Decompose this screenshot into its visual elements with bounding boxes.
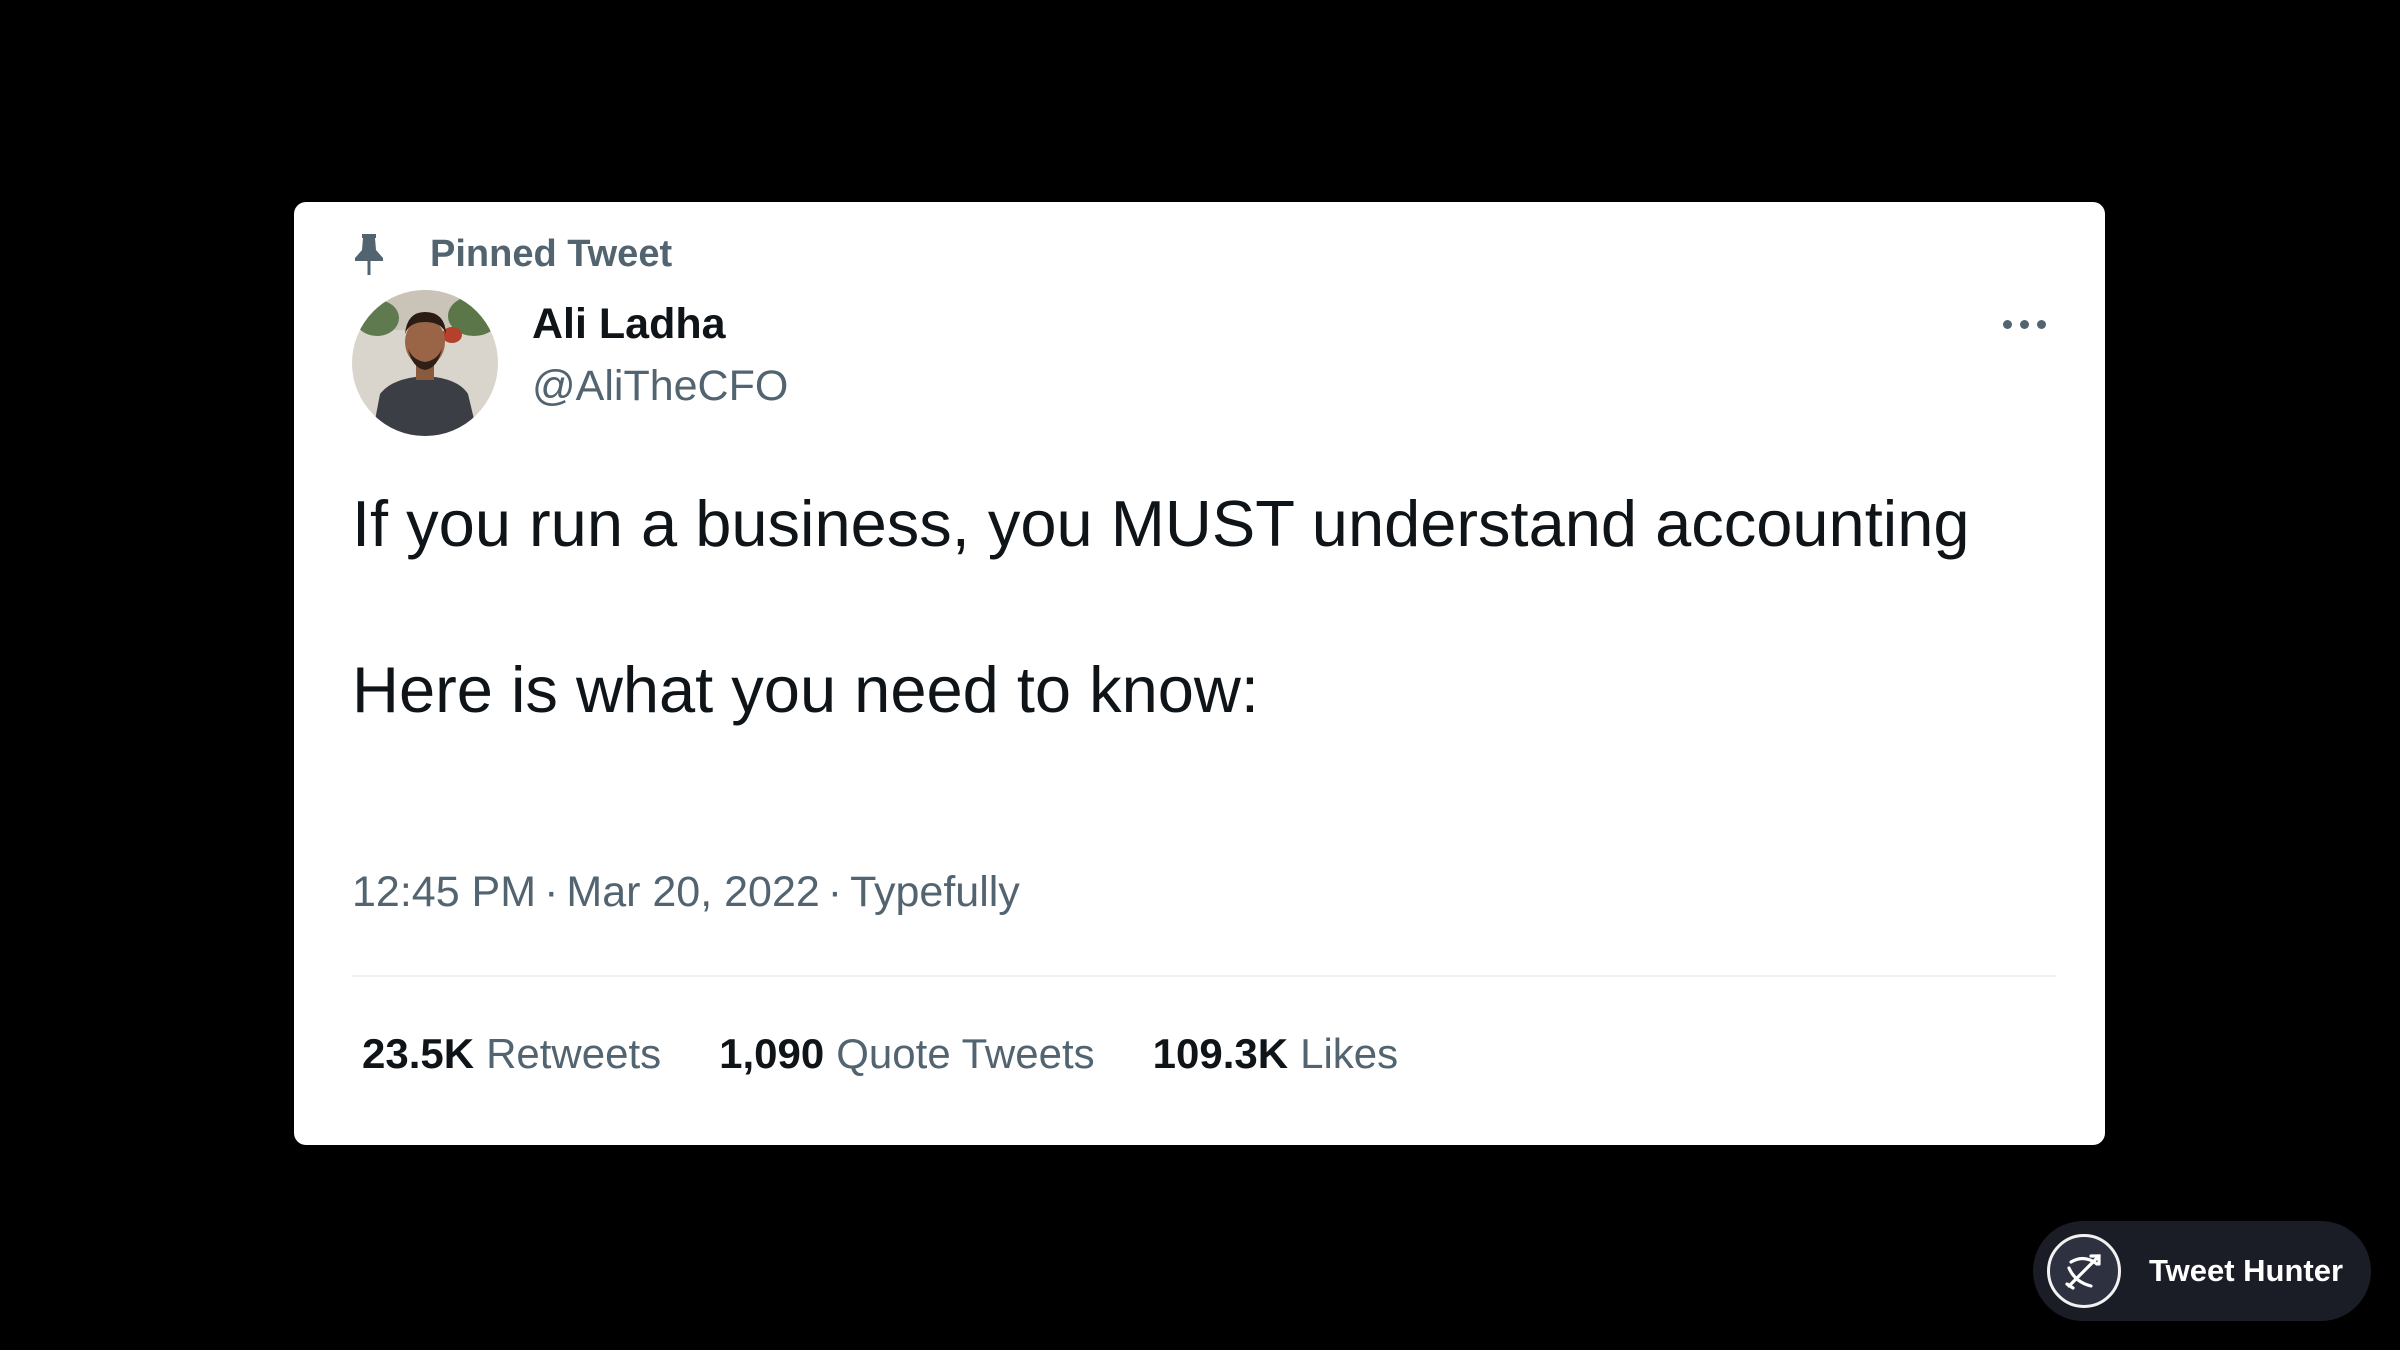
stat-value: 23.5K <box>362 1030 475 1077</box>
stat-label: Quote Tweets <box>836 1030 1095 1077</box>
author-handle[interactable]: @AliTheCFO <box>532 362 788 411</box>
tweet-text-paragraph: Here is what you need to know: <box>352 653 1259 726</box>
stat-value: 109.3K <box>1152 1030 1289 1077</box>
pinned-indicator: Pinned Tweet <box>352 226 672 282</box>
avatar[interactable] <box>352 290 498 436</box>
tweet-stats: 23.5K Retweets 1,090 Quote Tweets 109.3K… <box>362 1030 1456 1078</box>
more-options-button[interactable] <box>1994 302 2054 346</box>
tweet-hunter-label: Tweet Hunter <box>2149 1253 2344 1288</box>
tweet-meta: 12:45 PM · Mar 20, 2022 · Typefully <box>352 868 1020 917</box>
divider <box>352 975 2056 977</box>
meta-separator: · <box>827 868 843 916</box>
tweet-source-link[interactable]: Typefully <box>850 868 1020 916</box>
pinned-label: Pinned Tweet <box>430 232 673 275</box>
stat-label: Retweets <box>486 1030 662 1077</box>
meta-separator: · <box>544 868 559 916</box>
author-name[interactable]: Ali Ladha <box>532 300 726 349</box>
tweet-time[interactable]: 12:45 PM <box>352 868 536 916</box>
tweet-hunter-badge[interactable]: Tweet Hunter <box>2033 1221 2371 1321</box>
more-icon <box>2002 319 2012 329</box>
tweet-body: If you run a business, you MUST understa… <box>352 480 2052 734</box>
stat-label: Likes <box>1300 1030 1399 1077</box>
screen-background: Pinned Tweet Ali Ladha @AliTheCFO If you… <box>0 0 2400 1350</box>
tweet-text-paragraph: If you run a business, you MUST understa… <box>352 487 1970 560</box>
stat-value: 1,090 <box>719 1030 825 1077</box>
tweet-card[interactable]: Pinned Tweet Ali Ladha @AliTheCFO If you… <box>294 202 2105 1145</box>
pin-icon <box>352 230 396 278</box>
tweet-date[interactable]: Mar 20, 2022 <box>566 868 819 916</box>
likes-stat[interactable]: 109.3K Likes <box>1153 1030 1399 1078</box>
retweets-stat[interactable]: 23.5K Retweets <box>362 1030 661 1078</box>
quote-tweets-stat[interactable]: 1,090 Quote Tweets <box>719 1030 1095 1078</box>
tweet-hunter-logo-icon <box>2047 1234 2121 1308</box>
